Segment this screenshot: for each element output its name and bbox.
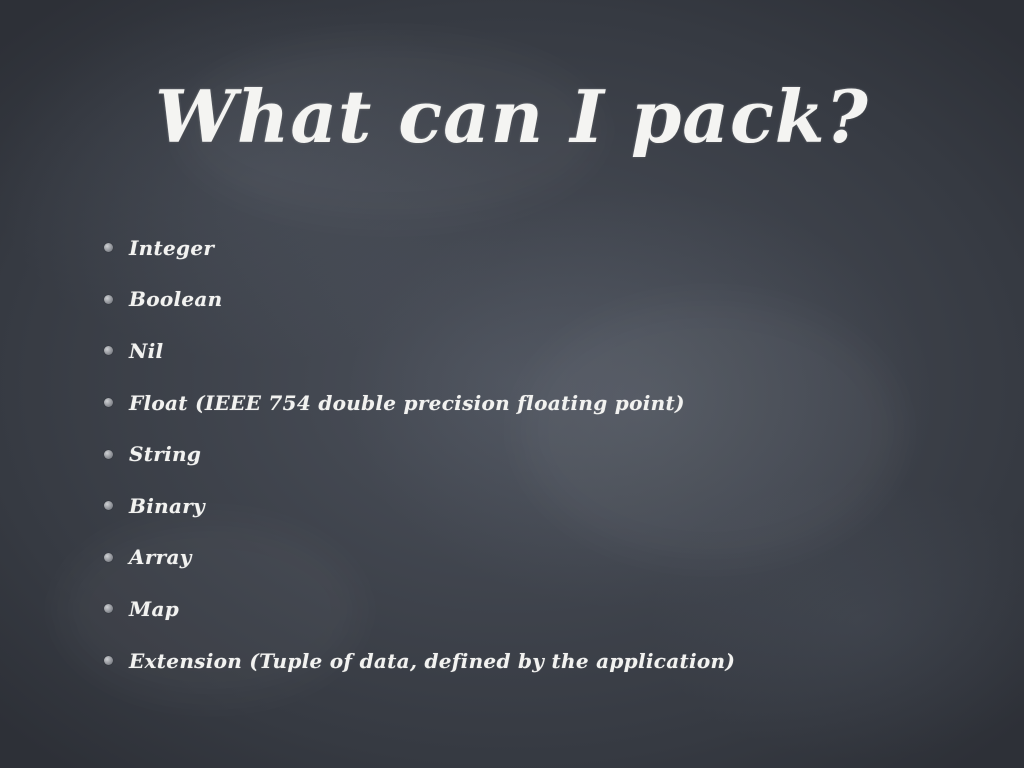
bullet-label: String bbox=[129, 442, 202, 467]
slide-title: What can I pack? bbox=[155, 74, 869, 159]
list-item: Array bbox=[104, 532, 735, 584]
bullet-icon bbox=[104, 294, 113, 304]
bullet-icon bbox=[104, 346, 113, 356]
bullet-icon bbox=[104, 243, 113, 253]
bullet-icon bbox=[104, 656, 113, 666]
bullet-label: Extension (Tuple of data, defined by the… bbox=[129, 648, 736, 673]
list-item: Integer bbox=[104, 222, 735, 274]
list-item: Float (IEEE 754 double precision floatin… bbox=[104, 377, 735, 429]
slide: What can I pack? Integer Boolean Nil Flo… bbox=[0, 0, 1024, 768]
bullet-label: Float (IEEE 754 double precision floatin… bbox=[129, 390, 685, 415]
bullet-label: Map bbox=[129, 596, 179, 621]
bullet-list: Integer Boolean Nil Float (IEEE 754 doub… bbox=[104, 222, 735, 686]
list-item: Map bbox=[104, 583, 735, 635]
list-item: Nil bbox=[104, 325, 735, 377]
bullet-icon bbox=[104, 398, 113, 408]
bullet-label: Boolean bbox=[129, 287, 223, 312]
bullet-label: Binary bbox=[129, 493, 205, 518]
bullet-icon bbox=[104, 604, 113, 614]
list-item: String bbox=[104, 428, 735, 480]
list-item: Binary bbox=[104, 480, 735, 532]
bullet-label: Nil bbox=[129, 338, 164, 363]
bullet-icon bbox=[104, 449, 113, 459]
bullet-label: Integer bbox=[129, 235, 215, 260]
list-item: Extension (Tuple of data, defined by the… bbox=[104, 635, 735, 687]
bullet-icon bbox=[104, 552, 113, 562]
bullet-icon bbox=[104, 501, 113, 511]
bullet-label: Array bbox=[129, 545, 192, 570]
list-item: Boolean bbox=[104, 274, 735, 326]
